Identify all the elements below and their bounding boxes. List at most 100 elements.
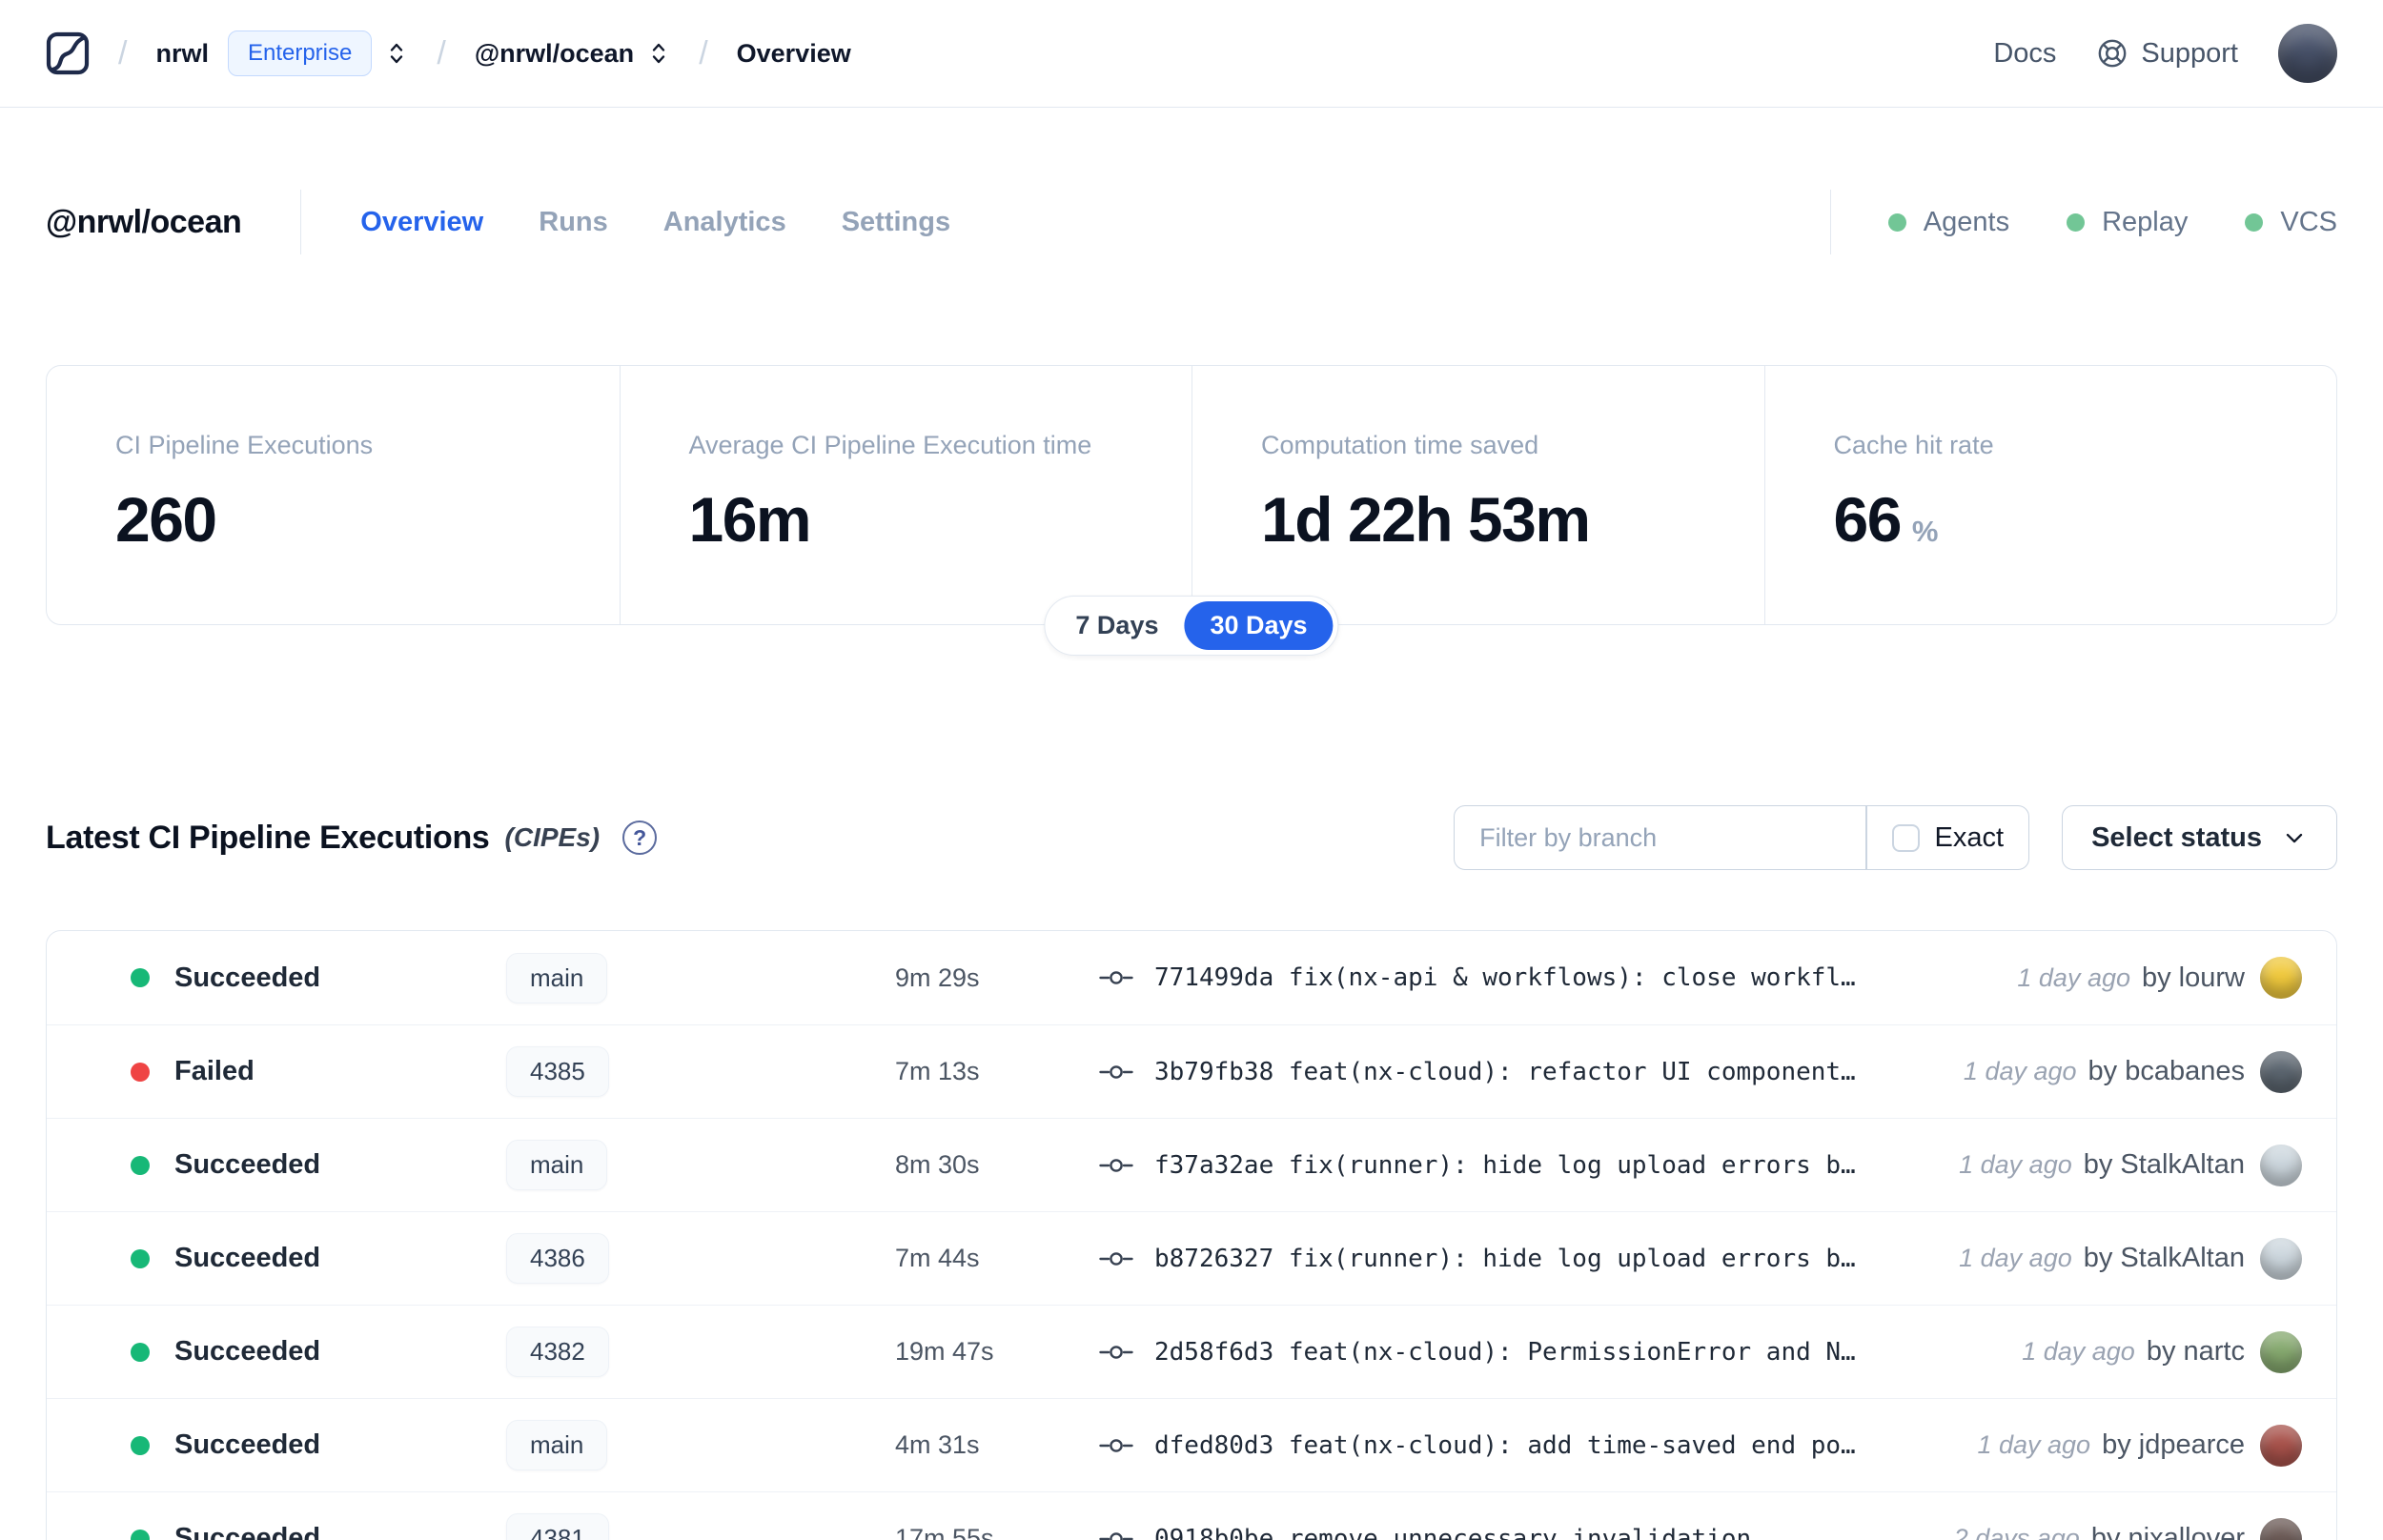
select-status-button[interactable]: Select status bbox=[2062, 805, 2337, 870]
row-meta: 1 day ago by lourw bbox=[2017, 957, 2302, 999]
cipe-row[interactable]: Succeeded main 8m 30s f37a32ae fix(runne… bbox=[47, 1118, 2336, 1211]
author-avatar bbox=[2260, 957, 2302, 999]
exact-checkbox[interactable] bbox=[1891, 823, 1920, 852]
row-status: Succeeded bbox=[174, 962, 321, 993]
time-ago: 2 days ago bbox=[1953, 1524, 2080, 1540]
branch-chip[interactable]: 4382 bbox=[506, 1327, 609, 1377]
cipe-title: Latest CI Pipeline Executions bbox=[46, 819, 490, 856]
row-meta: 1 day ago by jdpearce bbox=[1977, 1424, 2302, 1467]
nx-cloud-logo-icon[interactable] bbox=[46, 31, 90, 75]
stat-label: CI Pipeline Executions bbox=[115, 431, 374, 459]
range-7-days[interactable]: 7 Days bbox=[1049, 601, 1184, 650]
branch-chip[interactable]: main bbox=[506, 1140, 608, 1190]
breadcrumb-workspace[interactable]: @nrwl/ocean bbox=[475, 39, 634, 69]
row-duration: 17m 55s bbox=[895, 1524, 994, 1540]
branch-chip[interactable]: 4385 bbox=[506, 1046, 609, 1097]
commit-message[interactable]: b8726327 fix(runner): hide log upload er… bbox=[1154, 1245, 1856, 1273]
commit-message[interactable]: f37a32ae fix(runner): hide log upload er… bbox=[1154, 1151, 1856, 1180]
branch-chip[interactable]: main bbox=[506, 952, 608, 1003]
row-branch: 4385 bbox=[481, 1046, 882, 1097]
integration-vcs[interactable]: VCS bbox=[2245, 207, 2337, 238]
breadcrumb-separator: / bbox=[437, 34, 446, 71]
top-navbar: / nrwl Enterprise / @nrwl/ocean / Overvi… bbox=[0, 0, 2383, 108]
author-avatar bbox=[2260, 1050, 2302, 1093]
branch-chip[interactable]: 4381 bbox=[506, 1513, 609, 1540]
workspace-switcher-chevron-icon[interactable] bbox=[647, 38, 670, 69]
cipe-controls: Exact Select status bbox=[1454, 805, 2337, 870]
org-switcher-chevron-icon[interactable] bbox=[385, 38, 408, 69]
navbar-right: Docs Support bbox=[1993, 24, 2337, 83]
cipe-title-suffix: (CIPEs) bbox=[504, 822, 601, 852]
cipe-row[interactable]: Succeeded 4382 19m 47s 2d58f6d3 feat(nx-… bbox=[47, 1305, 2336, 1398]
commit-message[interactable]: 3b79fb38 feat(nx-cloud): refactor UI com… bbox=[1154, 1058, 1856, 1086]
branch-chip[interactable]: 4386 bbox=[506, 1233, 609, 1284]
cipe-row[interactable]: Failed 4385 7m 13s 3b79fb38 feat(nx-clou… bbox=[47, 1024, 2336, 1118]
git-commit-icon bbox=[1099, 1527, 1133, 1540]
row-author: by bcabanes bbox=[2088, 1056, 2245, 1086]
help-icon[interactable]: ? bbox=[622, 821, 658, 855]
status-dot-icon bbox=[2067, 213, 2086, 232]
cipe-header: Latest CI Pipeline Executions (CIPEs) ? … bbox=[46, 805, 2337, 870]
row-commit: 2d58f6d3 feat(nx-cloud): PermissionError… bbox=[1099, 1338, 1999, 1367]
breadcrumb-org[interactable]: nrwl bbox=[155, 39, 209, 69]
time-ago: 1 day ago bbox=[2017, 962, 2130, 992]
status-dot-icon bbox=[131, 1155, 150, 1175]
support-label: Support bbox=[2141, 37, 2238, 69]
workspace-header: @nrwl/ocean Overview Runs Analytics Sett… bbox=[46, 190, 2337, 254]
stat-cache-hit-rate: Cache hit rate 66% bbox=[1763, 366, 2337, 624]
tab-analytics[interactable]: Analytics bbox=[663, 207, 786, 238]
cipe-row[interactable]: Succeeded main 9m 29s 771499da fix(nx-ap… bbox=[47, 931, 2336, 1024]
row-status: Succeeded bbox=[174, 1243, 321, 1273]
stat-value: 66% bbox=[1833, 484, 1939, 555]
author-avatar bbox=[2260, 1517, 2302, 1540]
author-avatar bbox=[2260, 1237, 2302, 1280]
exact-toggle[interactable]: Exact bbox=[1867, 822, 2029, 854]
date-range-toggle: 7 Days 30 Days bbox=[1044, 596, 1339, 656]
stat-label: Computation time saved bbox=[1261, 431, 1539, 459]
row-duration: 8m 30s bbox=[895, 1150, 980, 1179]
commit-message[interactable]: 0918b0be remove unnecessary invalidation bbox=[1154, 1525, 1751, 1540]
tab-settings[interactable]: Settings bbox=[842, 207, 950, 238]
tab-overview[interactable]: Overview bbox=[360, 207, 483, 238]
row-duration: 7m 44s bbox=[895, 1244, 980, 1272]
row-commit: dfed80d3 feat(nx-cloud): add time-saved … bbox=[1099, 1431, 1954, 1460]
status-dot-icon bbox=[1887, 213, 1906, 232]
commit-message[interactable]: dfed80d3 feat(nx-cloud): add time-saved … bbox=[1154, 1431, 1856, 1460]
row-duration: 4m 31s bbox=[895, 1430, 980, 1459]
status-dot-icon bbox=[131, 1435, 150, 1455]
stat-average-time: Average CI Pipeline Execution time 16m bbox=[619, 366, 1192, 624]
row-duration: 7m 13s bbox=[895, 1057, 980, 1085]
time-ago: 1 day ago bbox=[1963, 1057, 2077, 1085]
git-commit-icon bbox=[1099, 1433, 1133, 1458]
breadcrumb-separator: / bbox=[118, 34, 128, 71]
cipe-row[interactable]: Succeeded main 4m 31s dfed80d3 feat(nx-c… bbox=[47, 1398, 2336, 1491]
integration-replay[interactable]: Replay bbox=[2067, 207, 2188, 238]
docs-link[interactable]: Docs bbox=[1993, 38, 2056, 70]
stat-label: Cache hit rate bbox=[1833, 431, 1994, 459]
header-divider bbox=[1829, 190, 1831, 254]
row-author: by nartc bbox=[2146, 1336, 2245, 1367]
commit-message[interactable]: 771499da fix(nx-api & workflows): close … bbox=[1154, 963, 1856, 992]
branch-chip[interactable]: main bbox=[506, 1420, 608, 1470]
row-branch: 4382 bbox=[481, 1327, 882, 1377]
enterprise-plan-badge[interactable]: Enterprise bbox=[227, 30, 373, 76]
row-author: by lourw bbox=[2142, 962, 2245, 993]
stat-value: 260 bbox=[115, 484, 217, 555]
cipe-table: Succeeded main 9m 29s 771499da fix(nx-ap… bbox=[46, 930, 2337, 1540]
row-author: by StalkAltan bbox=[2083, 1149, 2245, 1180]
commit-message[interactable]: 2d58f6d3 feat(nx-cloud): PermissionError… bbox=[1154, 1338, 1856, 1367]
branch-filter-input[interactable] bbox=[1455, 822, 1866, 853]
git-commit-icon bbox=[1099, 1060, 1133, 1084]
row-status: Succeeded bbox=[174, 1523, 321, 1540]
integration-agents[interactable]: Agents bbox=[1887, 207, 2009, 238]
row-commit: b8726327 fix(runner): hide log upload er… bbox=[1099, 1245, 1936, 1273]
exact-label: Exact bbox=[1934, 821, 2005, 853]
support-link[interactable]: Support bbox=[2096, 37, 2238, 70]
cipe-row[interactable]: Succeeded 4381 17m 55s 0918b0be remove u… bbox=[47, 1491, 2336, 1540]
tab-runs[interactable]: Runs bbox=[539, 207, 608, 238]
user-avatar[interactable] bbox=[2278, 24, 2337, 83]
range-30-days[interactable]: 30 Days bbox=[1184, 601, 1334, 650]
git-commit-icon bbox=[1099, 1340, 1133, 1365]
status-dot-icon bbox=[2245, 213, 2264, 232]
cipe-row[interactable]: Succeeded 4386 7m 44s b8726327 fix(runne… bbox=[47, 1211, 2336, 1305]
